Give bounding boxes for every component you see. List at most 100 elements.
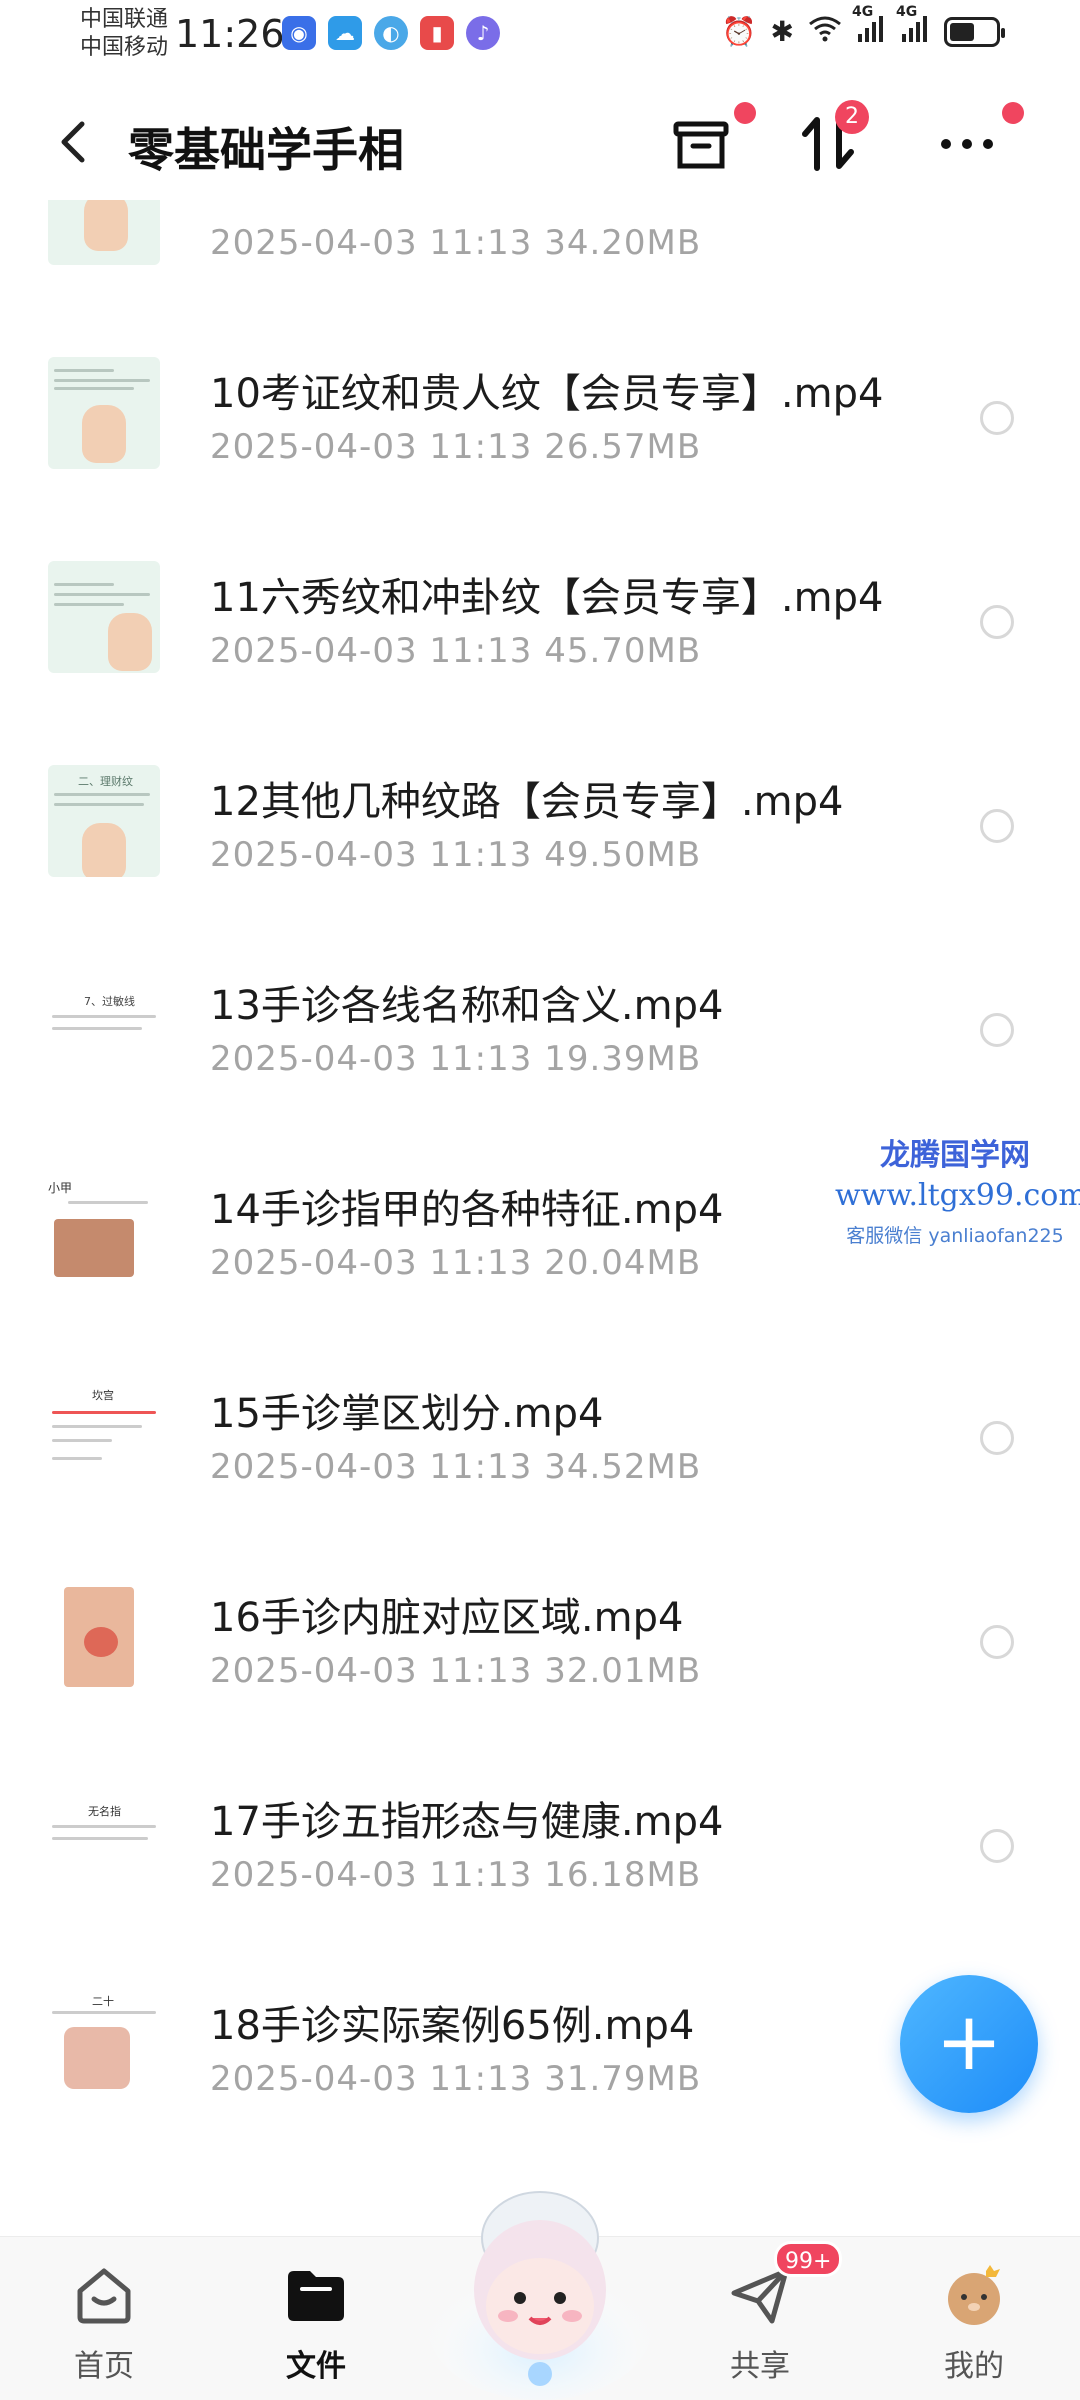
home-icon [72,2263,136,2327]
nav-share-label: 共享 [730,2349,790,2384]
battery-icon [944,16,1005,47]
thumb-text-line [52,1027,142,1030]
select-radio[interactable] [980,401,1014,435]
file-name: 11六秀纹和冲卦纹【会员专享】.mp4 [210,575,884,621]
video-thumbnail [48,200,160,265]
add-fab-button[interactable]: + [900,1975,1038,2113]
select-radio[interactable] [980,1625,1014,1659]
signal-2-icon: 4G [896,4,930,49]
select-radio[interactable] [980,809,1014,843]
file-meta: 2025-04-03 11:13 34.52MB [210,1447,702,1487]
thumb-caption: 二十 [92,1995,114,2008]
thumb-caption: 二、理财纹 [78,775,133,788]
file-meta: 2025-04-03 11:13 45.70MB [210,631,702,671]
file-meta: 2025-04-03 11:13 32.01MB [210,1651,702,1691]
archive-box-icon [673,121,729,169]
thumb-text-line [52,1837,148,1840]
video-thumbnail: 二、理财纹 [48,765,160,877]
thumb-text-line [54,803,144,806]
nav-home[interactable]: 首页 [34,2263,174,2385]
thumb-text-line [54,593,150,596]
more-button[interactable] [932,102,1024,178]
thumb-text-line [52,1439,112,1442]
carrier-2: 中国移动 [80,35,169,60]
nav-mine[interactable]: 我的 [904,2263,1044,2385]
thumb-text-line [68,1201,148,1204]
hand-illustration [108,613,152,671]
status-app-icons: ◉ ☁ ◐ ▮ ♪ [282,16,500,50]
share-badge: 99+ [774,2241,843,2277]
file-row[interactable]: 11六秀纹和冲卦纹【会员专享】.mp4 2025-04-03 11:13 45.… [0,513,1080,717]
app-notify-icon: ◉ [282,16,316,50]
folder-icon [284,2263,348,2327]
alarm-icon: ⏰ [721,15,757,48]
signal-1-label: 4G [852,4,874,20]
select-radio[interactable] [980,1013,1014,1047]
file-name: 16手诊内脏对应区域.mp4 [210,1595,684,1641]
file-name: 15手诊掌区划分.mp4 [210,1391,604,1437]
watermark: 龙腾国学网 www.ltgx99.com 客服微信 yanliaofan225 [835,1130,1080,1248]
video-thumbnail: 无名指 [48,1785,160,1897]
nav-mine-label: 我的 [944,2349,1004,2384]
browser-icon: ◐ [374,16,408,50]
thumb-text-line [52,1457,102,1460]
select-radio[interactable] [980,605,1014,639]
file-row[interactable]: 7、过敏线 13手诊各线名称和含义.mp4 2025-04-03 11:13 1… [0,921,1080,1125]
hand-illustration [82,405,126,463]
thumb-caption: 坎宫 [92,1389,114,1402]
music-icon: ♪ [466,16,500,50]
more-red-dot [1002,102,1024,124]
mascot-icon [428,2191,652,2400]
nav-home-label: 首页 [74,2349,134,2384]
archive-button[interactable] [666,102,756,178]
file-row[interactable]: 10考证纹和贵人纹【会员专享】.mp4 2025-04-03 11:13 26.… [0,309,1080,513]
watermark-line-1: 龙腾国学网 [880,1138,1030,1173]
more-dots-icon [941,139,993,149]
assistant-mascot-button[interactable] [424,2178,656,2400]
palm-highlight [84,1627,118,1657]
nail-photo [54,1219,134,1277]
file-row[interactable]: 坎宫 15手诊掌区划分.mp4 2025-04-03 11:13 34.52MB [0,1329,1080,1533]
file-meta: 2025-04-03 11:13 19.39MB [210,1039,702,1079]
watermark-line-2: www.ltgx99.com [835,1178,1080,1213]
system-icons: ⏰ ✱ 4G 4G [721,4,1005,49]
thumb-text-line [54,793,150,796]
weather-icon: ☁ [328,16,362,50]
transfer-badge: 2 [835,100,869,134]
select-radio[interactable] [980,1421,1014,1455]
thumb-text-line [52,1015,156,1018]
signal-2-label: 4G [896,4,918,20]
hand-illustration [84,200,128,251]
video-thumbnail: 7、过敏线 [48,969,160,1081]
file-row[interactable]: 二、理财纹 12其他几种纹路【会员专享】.mp4 2025-04-03 11:1… [0,717,1080,921]
file-row[interactable]: 2025-04-03 11:13 34.20MB [0,200,1080,309]
file-meta: 2025-04-03 11:13 31.79MB [210,2059,702,2099]
avatar [942,2263,1006,2327]
transfer-button[interactable]: 2 [793,100,869,178]
header-bar: 零基础学手相 2 [0,90,1080,200]
select-radio[interactable] [980,1829,1014,1863]
thumb-caption: 小甲 [48,1181,73,1195]
file-row[interactable]: 无名指 17手诊五指形态与健康.mp4 2025-04-03 11:13 16.… [0,1737,1080,1941]
thumb-text-line [54,603,124,606]
thumb-caption: 7、过敏线 [84,995,135,1008]
carrier-info: 中国联通 中国移动 [80,6,168,62]
plus-icon: + [935,1995,1003,2088]
nav-share[interactable]: 99+ 共享 [690,2241,843,2385]
video-thumbnail: 二十 [48,1989,160,2101]
file-meta: 2025-04-03 11:13 20.04MB [210,1243,702,1283]
thumb-text-line [54,379,150,382]
battery-level [950,22,974,41]
thumb-text-line [52,1411,156,1414]
file-row[interactable]: 16手诊内脏对应区域.mp4 2025-04-03 11:13 32.01MB [0,1533,1080,1737]
bluetooth-icon: ✱ [770,15,794,48]
status-clock: 11:26 [175,12,285,56]
watermark-line-3: 客服微信 yanliaofan225 [846,1225,1064,1247]
thumb-text-line [54,369,114,372]
video-thumbnail [48,1581,160,1693]
back-button[interactable] [48,112,100,172]
carrier-1: 中国联通 [80,7,169,32]
signal-1-icon: 4G [852,4,886,49]
nav-files[interactable]: 文件 [246,2263,386,2385]
file-name: 14手诊指甲的各种特征.mp4 [210,1187,724,1233]
